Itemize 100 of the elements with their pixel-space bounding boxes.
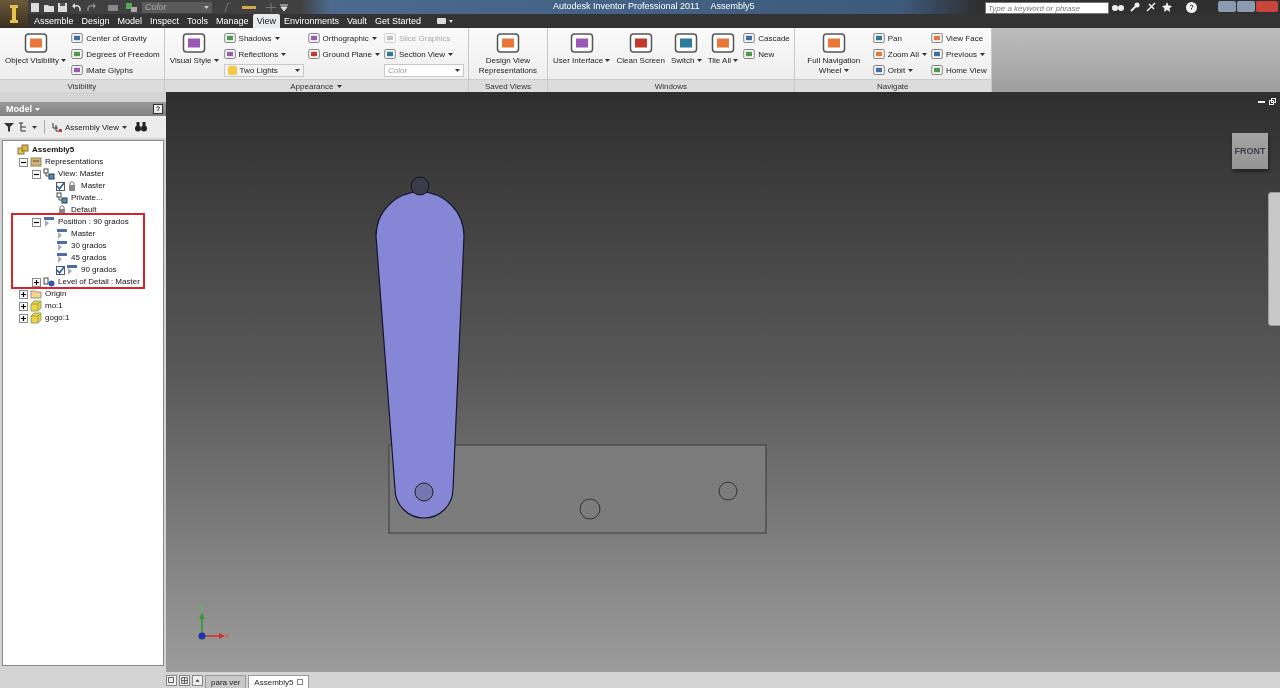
- document-tab[interactable]: Assembly5: [248, 675, 310, 688]
- ribbon-button[interactable]: Home View: [930, 64, 987, 76]
- ribbon-tab[interactable]: Model: [113, 14, 147, 28]
- ribbon-button[interactable]: View Face: [930, 32, 987, 44]
- ribbon-button[interactable]: Orthographic: [307, 32, 380, 44]
- ribbon-button[interactable]: iMate Glyphs: [71, 64, 160, 76]
- ribbon-button[interactable]: Zoom All: [872, 48, 927, 60]
- tree-item[interactable]: Private...: [71, 192, 103, 204]
- save-icon[interactable]: [58, 2, 68, 12]
- tree-item[interactable]: Master: [81, 180, 106, 192]
- close-icon[interactable]: [297, 679, 304, 685]
- checkbox[interactable]: [56, 265, 65, 275]
- ribbon-tab[interactable]: Manage: [212, 14, 253, 28]
- application-menu-button[interactable]: [0, 0, 28, 28]
- ribbon-tab[interactable]: View: [252, 14, 280, 28]
- help-icon[interactable]: [153, 104, 163, 114]
- caret-icon: [294, 69, 300, 72]
- collapse-toggle[interactable]: [32, 217, 41, 227]
- binoculars-icon[interactable]: [135, 122, 148, 132]
- ribbon-tab[interactable]: Inspect: [146, 14, 184, 28]
- ribbon-button[interactable]: Visual Style: [168, 31, 220, 79]
- ribbon-button[interactable]: Clean Screen: [615, 31, 666, 79]
- ribbon-button[interactable]: Object Visibility: [4, 31, 68, 79]
- caret-icon: [921, 52, 927, 56]
- ribbon-button[interactable]: User Interface: [551, 31, 612, 79]
- tree-item[interactable]: Representations: [45, 156, 104, 168]
- tree-item[interactable]: Assembly5: [32, 144, 75, 156]
- tree-item[interactable]: Level of Detail : Master: [58, 276, 140, 288]
- expand-toggle[interactable]: [19, 301, 28, 311]
- ribbon-button[interactable]: Design View Representations: [472, 31, 543, 79]
- tree-item[interactable]: mo:1: [45, 300, 63, 312]
- ribbon-tab[interactable]: Assemble: [30, 14, 78, 28]
- ribbon-button[interactable]: New: [743, 48, 790, 60]
- tool-icon: [930, 48, 943, 60]
- ribbon-button[interactable]: Previous: [930, 48, 987, 60]
- view-cube[interactable]: FRONT: [1232, 133, 1268, 169]
- tree-item[interactable]: gogo:1: [45, 312, 70, 324]
- ribbon-button[interactable]: Full Navigation Wheel: [798, 31, 869, 79]
- search-field[interactable]: Type a keyword or phrase: [985, 2, 1109, 14]
- ribbon-tab[interactable]: Get Started: [370, 14, 425, 28]
- minimize-icon[interactable]: [1258, 98, 1265, 105]
- filter-icon[interactable]: [4, 122, 14, 132]
- panel-title: Appearance: [164, 79, 468, 92]
- ribbon-combo[interactable]: Two Lights: [223, 64, 304, 77]
- tree-item[interactable]: 90 grados: [81, 264, 117, 276]
- collapse-toggle[interactable]: [19, 157, 28, 167]
- tree-item[interactable]: View: Master: [58, 168, 105, 180]
- binoculars-icon[interactable]: [1112, 2, 1124, 12]
- scroll-up-icon[interactable]: [192, 675, 203, 686]
- customize-icon[interactable]: [280, 2, 288, 12]
- ribbon-button[interactable]: Cascade: [743, 32, 790, 44]
- ribbon-button[interactable]: Orbit: [872, 64, 927, 76]
- tree-item[interactable]: Origin: [45, 288, 67, 300]
- ribbon-tab[interactable]: Design: [77, 14, 114, 28]
- folder-icon: [30, 156, 42, 168]
- ribbon-button[interactable]: Switch: [669, 31, 703, 79]
- ribbon-button[interactable]: Degrees of Freedom: [71, 48, 160, 60]
- redo-icon[interactable]: [86, 2, 96, 12]
- ribbon-button[interactable]: Shadows: [223, 32, 304, 44]
- tool-icon: [930, 32, 943, 44]
- expand-toggle[interactable]: [32, 277, 41, 287]
- view-icon: [43, 168, 55, 180]
- collapse-toggle[interactable]: [32, 169, 41, 179]
- document-tab[interactable]: para ver: [205, 675, 247, 688]
- caret-icon: [122, 125, 128, 129]
- hierarchy-icon[interactable]: [18, 122, 28, 132]
- ribbon-tab[interactable]: Vault: [343, 14, 371, 28]
- panel-toggle-icon[interactable]: [436, 17, 453, 25]
- caret-icon: [213, 59, 219, 63]
- update-icon[interactable]: [126, 2, 138, 12]
- undo-icon[interactable]: [72, 2, 82, 12]
- caret-icon: [35, 107, 40, 111]
- help-icon[interactable]: [1186, 2, 1197, 13]
- tree-item[interactable]: Master: [71, 228, 96, 240]
- ribbon-button[interactable]: Pan: [872, 32, 927, 44]
- panel-title: Windows: [547, 79, 794, 92]
- ribbon-button[interactable]: Center of Gravity: [71, 32, 160, 44]
- new-file-icon[interactable]: [30, 2, 40, 12]
- cascade-icon[interactable]: [166, 675, 177, 686]
- ribbon-button[interactable]: Tile All: [706, 31, 740, 79]
- tree-item[interactable]: Default: [71, 204, 97, 216]
- tile-icon[interactable]: [179, 675, 190, 686]
- ribbon-tab[interactable]: Environments: [280, 14, 343, 28]
- ribbon-tab[interactable]: Tools: [183, 14, 213, 28]
- restore-icon[interactable]: [1269, 98, 1276, 105]
- open-folder-icon[interactable]: [44, 2, 54, 12]
- star-icon[interactable]: [1162, 2, 1172, 12]
- tree-item[interactable]: 30 grados: [71, 240, 107, 252]
- tree-item[interactable]: 45 grados: [71, 252, 107, 264]
- position-icon: [56, 252, 68, 264]
- ribbon-button[interactable]: Reflections: [223, 48, 304, 60]
- ribbon-button[interactable]: Section View: [383, 48, 464, 60]
- tree-item[interactable]: Position : 90 grados: [58, 216, 129, 228]
- tool-icon: [182, 31, 207, 55]
- ribbon-button[interactable]: Ground Plane: [307, 48, 380, 60]
- caret-icon: [337, 84, 343, 88]
- expand-toggle[interactable]: [19, 289, 28, 299]
- tool-icon: [71, 48, 84, 60]
- wrench-icon[interactable]: [1130, 2, 1140, 12]
- expand-toggle[interactable]: [19, 313, 28, 323]
